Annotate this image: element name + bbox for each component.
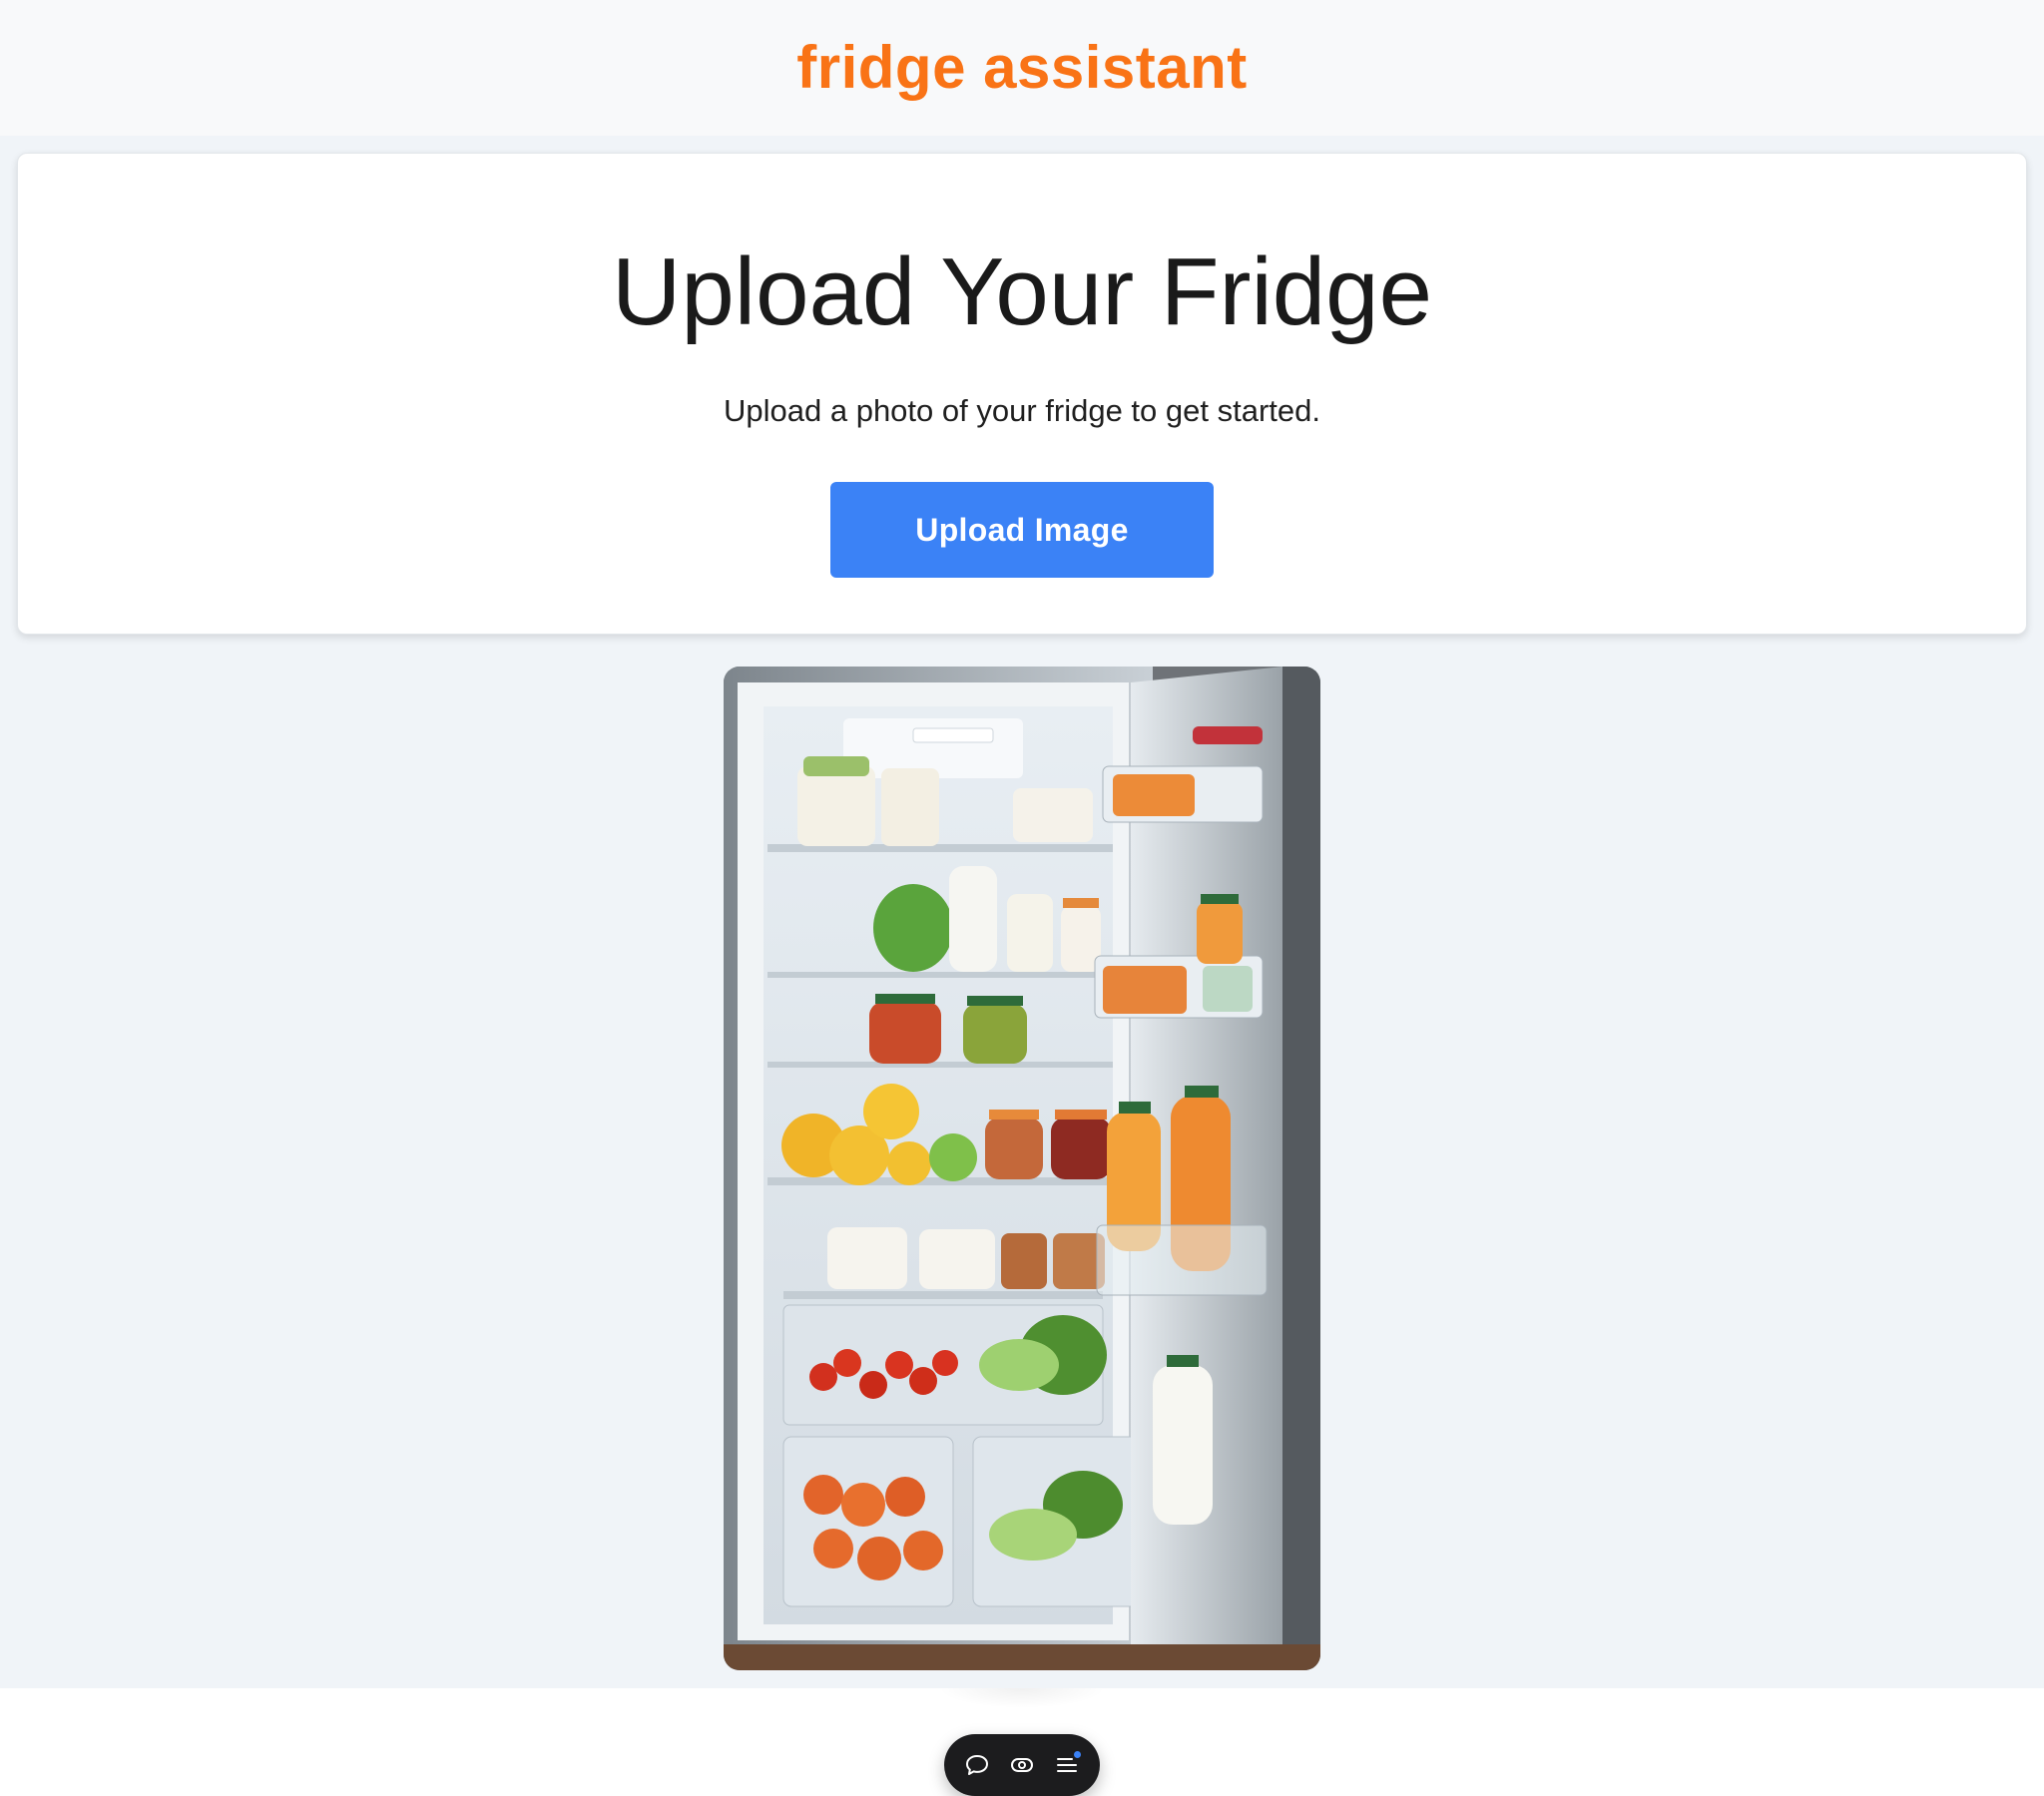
page-title: Upload Your Fridge [612, 238, 1432, 345]
upload-image-button[interactable]: Upload Image [830, 482, 1214, 578]
brand-title: fridge assistant [796, 33, 1248, 101]
chat-button[interactable] [957, 1745, 997, 1785]
fridge-photo-illustration [724, 667, 1320, 1670]
toolbar-shadow [938, 1688, 1106, 1708]
chat-bubble-icon [965, 1755, 988, 1775]
view-button[interactable] [1002, 1745, 1042, 1785]
main-content: Upload Your Fridge Upload a photo of you… [0, 136, 2044, 1796]
fridge-photo-preview [724, 667, 1320, 1670]
upload-instructions: Upload a photo of your fridge to get sta… [724, 393, 1320, 428]
eye-icon [1010, 1758, 1033, 1772]
upload-card: Upload Your Fridge Upload a photo of you… [17, 153, 2027, 635]
app-header: fridge assistant [0, 0, 2044, 136]
floating-toolbar [944, 1734, 1100, 1796]
menu-button[interactable] [1047, 1745, 1087, 1785]
